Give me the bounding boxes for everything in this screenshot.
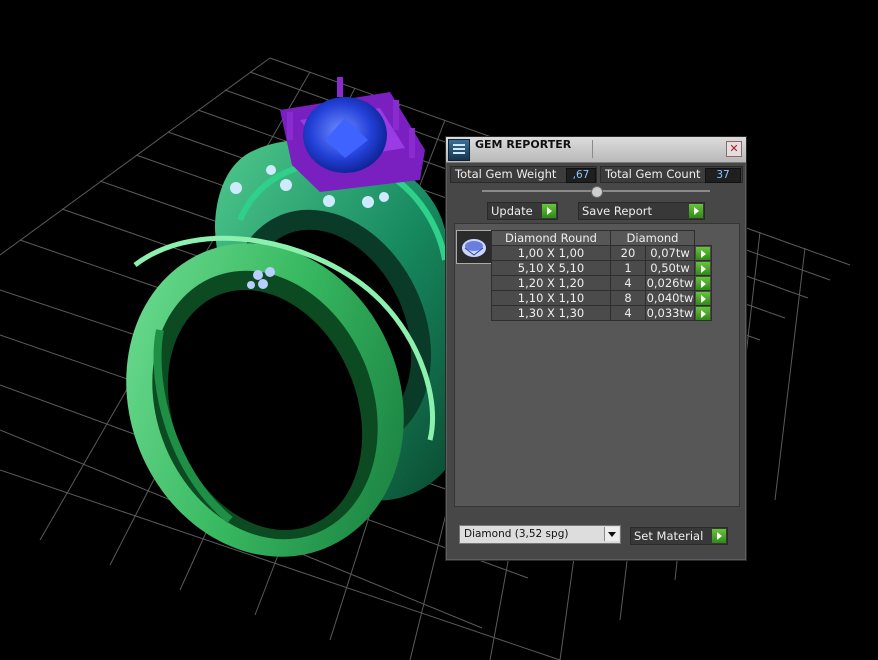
gem-reporter-panel: GEM REPORTER ✕ Total Gem Weight ,67 Tota… [445, 136, 747, 561]
update-button-label: Update [491, 204, 533, 218]
gem-table: Diamond Round Diamond 1,00 X 1,00 20 0,0… [491, 230, 712, 321]
chevron-down-icon[interactable] [604, 527, 619, 541]
slider-knob[interactable] [591, 186, 603, 198]
gem-count-cell: 20 [610, 245, 646, 261]
header-shape: Diamond Round [491, 230, 611, 246]
play-arrow-icon[interactable] [689, 204, 703, 218]
gem-size-cell: 1,00 X 1,00 [491, 245, 611, 261]
gem-count-cell: 1 [610, 260, 646, 276]
play-arrow-icon[interactable] [696, 292, 710, 305]
table-row: 1,20 X 1,20 4 0,026tw [491, 275, 712, 291]
table-row: 1,30 X 1,30 4 0,033tw [491, 305, 712, 321]
play-arrow-icon[interactable] [696, 247, 710, 260]
save-report-button[interactable]: Save Report [578, 202, 705, 220]
total-gem-count-value: 37 [705, 168, 741, 183]
gem-count-cell: 4 [610, 305, 646, 321]
gem-weight-cell: 0,033tw [645, 305, 695, 321]
total-gem-weight-value: ,67 [566, 168, 596, 183]
total-gem-weight-field: Total Gem Weight ,67 [450, 166, 597, 183]
gem-size-cell: 1,30 X 1,30 [491, 305, 611, 321]
total-gem-weight-label: Total Gem Weight [455, 167, 557, 181]
play-arrow-icon[interactable] [712, 529, 726, 543]
gem-list-area: Diamond Round Diamond 1,00 X 1,00 20 0,0… [454, 223, 740, 507]
material-select-value: Diamond (3,52 spg) [464, 528, 569, 540]
close-icon[interactable]: ✕ [726, 141, 742, 157]
row-arrow-cell [694, 245, 712, 261]
gem-reporter-app-icon [448, 139, 470, 161]
play-arrow-icon[interactable] [696, 277, 710, 290]
table-row: 1,00 X 1,00 20 0,07tw [491, 245, 712, 261]
play-arrow-icon[interactable] [696, 262, 710, 275]
play-arrow-icon[interactable] [696, 307, 710, 320]
gem-count-cell: 4 [610, 275, 646, 291]
row-arrow-cell [694, 290, 712, 306]
gem-size-cell: 1,10 X 1,10 [491, 290, 611, 306]
material-select[interactable]: Diamond (3,52 spg) [459, 525, 621, 544]
row-arrow-cell [694, 305, 712, 321]
gem-weight-cell: 0,50tw [645, 260, 695, 276]
row-arrow-cell [694, 260, 712, 276]
row-arrow-cell [694, 275, 712, 291]
panel-slider[interactable] [482, 186, 710, 198]
panel-title: GEM REPORTER [475, 138, 572, 151]
gem-size-cell: 5,10 X 5,10 [491, 260, 611, 276]
table-row: 5,10 X 5,10 1 0,50tw [491, 260, 712, 276]
gem-weight-cell: 0,026tw [645, 275, 695, 291]
header-material: Diamond [610, 230, 695, 246]
gem-size-cell: 1,20 X 1,20 [491, 275, 611, 291]
set-material-button-label: Set Material [634, 529, 704, 543]
save-report-button-label: Save Report [582, 204, 653, 218]
total-gem-count-label: Total Gem Count [605, 167, 701, 181]
titlebar-divider [592, 140, 593, 158]
diamond-gem-icon[interactable] [456, 230, 492, 264]
table-row: 1,10 X 1,10 8 0,040tw [491, 290, 712, 306]
gem-weight-cell: 0,07tw [645, 245, 695, 261]
total-gem-count-field: Total Gem Count 37 [600, 166, 743, 183]
header-spacer [695, 231, 712, 246]
play-arrow-icon[interactable] [542, 204, 556, 218]
panel-titlebar[interactable]: GEM REPORTER ✕ [446, 137, 746, 163]
gem-count-cell: 8 [610, 290, 646, 306]
gem-weight-cell: 0,040tw [645, 290, 695, 306]
gem-table-header: Diamond Round Diamond [491, 230, 712, 246]
update-button[interactable]: Update [487, 202, 558, 220]
set-material-button[interactable]: Set Material [630, 527, 728, 545]
